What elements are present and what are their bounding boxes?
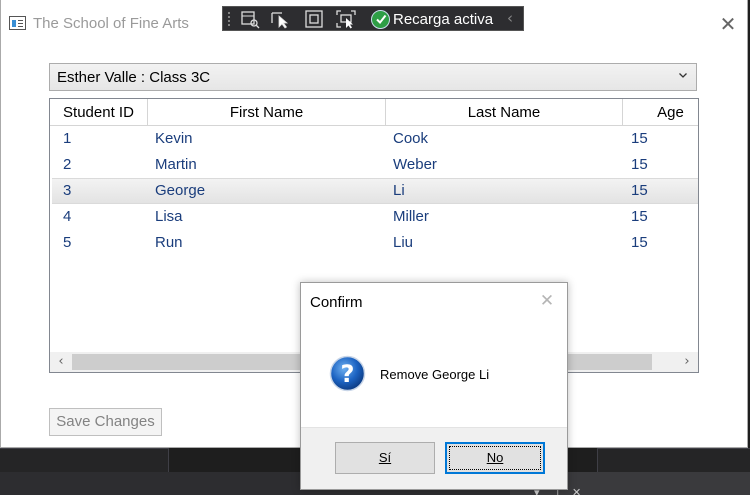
- dialog-close-button[interactable]: ✕: [537, 291, 557, 311]
- cell-age: 15: [631, 208, 648, 225]
- window-title: The School of Fine Arts: [33, 15, 189, 32]
- cell-student-id: 5: [63, 234, 72, 251]
- cell-student-id: 3: [63, 182, 72, 199]
- cell-age: 15: [631, 156, 648, 173]
- cell-age: 15: [631, 130, 648, 147]
- no-button[interactable]: No: [445, 442, 545, 474]
- scroll-right-icon[interactable]: ›: [678, 353, 696, 371]
- table-row[interactable]: 1 Kevin Cook 15: [52, 126, 698, 152]
- cell-last-name: Cook: [393, 130, 429, 147]
- display-layout-adorners-icon[interactable]: [303, 9, 325, 29]
- dialog-footer: Sí No: [301, 427, 567, 489]
- class-selector-combobox[interactable]: Esther Valle : Class 3C: [49, 63, 697, 91]
- cell-student-id: 4: [63, 208, 72, 225]
- dialog-message: Remove George Li: [380, 367, 490, 382]
- column-header-last-name[interactable]: Last Name: [386, 99, 623, 126]
- select-element-icon[interactable]: [239, 9, 261, 29]
- cell-first-name: Martin: [155, 156, 197, 173]
- chevron-down-icon: [679, 73, 687, 78]
- cell-age: 15: [631, 182, 648, 199]
- dialog-title: Confirm: [310, 294, 363, 311]
- cell-first-name: Run: [155, 234, 183, 251]
- svg-text:?: ?: [341, 360, 355, 388]
- ide-close-icon[interactable]: ✕: [572, 486, 581, 495]
- column-header-first-name[interactable]: First Name: [148, 99, 386, 126]
- yes-button[interactable]: Sí: [335, 442, 435, 474]
- table-row[interactable]: 5 Run Liu 15: [52, 230, 698, 256]
- cell-first-name: Lisa: [155, 208, 183, 225]
- cell-last-name: Weber: [393, 156, 437, 173]
- toolbar-collapse-icon[interactable]: ‹: [507, 9, 513, 27]
- cell-first-name: George: [155, 182, 206, 199]
- cell-last-name: Li: [393, 182, 405, 199]
- cell-student-id: 2: [63, 156, 72, 173]
- confirm-dialog: Confirm ✕ ? Remove George Li Sí No: [300, 282, 568, 490]
- table-row-selected[interactable]: 3 George Li 15: [52, 178, 698, 204]
- app-window-icon: [9, 16, 26, 30]
- hot-reload-status[interactable]: Recarga activa: [371, 9, 493, 29]
- cell-student-id: 1: [63, 130, 72, 147]
- cell-age: 15: [631, 234, 648, 251]
- hot-reload-label: Recarga activa: [393, 10, 494, 28]
- save-changes-button[interactable]: Save Changes: [49, 408, 162, 436]
- column-header-student-id[interactable]: Student ID: [50, 99, 148, 126]
- scroll-left-icon[interactable]: ‹: [52, 353, 70, 371]
- debug-toolbar: Recarga activa ‹: [222, 6, 524, 31]
- column-header-age[interactable]: Age: [623, 99, 698, 126]
- check-circle-icon: [371, 9, 390, 29]
- class-selector-value: Esther Valle : Class 3C: [57, 69, 211, 86]
- cell-last-name: Miller: [393, 208, 429, 225]
- table-row[interactable]: 4 Lisa Miller 15: [52, 204, 698, 230]
- track-focus-icon[interactable]: [335, 9, 357, 29]
- cell-last-name: Liu: [393, 234, 414, 251]
- question-icon: ?: [329, 355, 366, 392]
- grid-header: Student ID First Name Last Name Age: [50, 99, 698, 126]
- pointer-select-icon[interactable]: [269, 9, 291, 29]
- window-close-button[interactable]: ✕: [714, 12, 742, 36]
- toolbar-grip[interactable]: [227, 11, 231, 28]
- table-row[interactable]: 2 Martin Weber 15: [52, 152, 698, 178]
- cell-first-name: Kevin: [155, 130, 193, 147]
